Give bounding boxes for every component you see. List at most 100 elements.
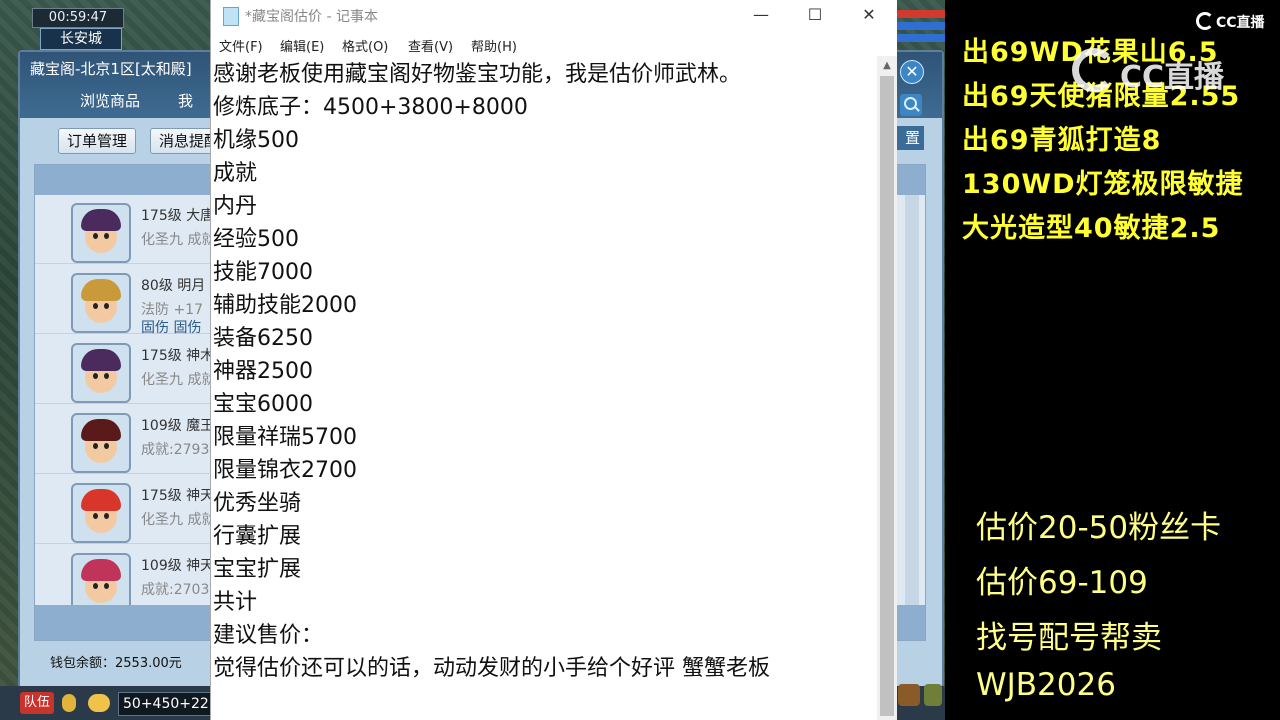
cc-live-logo: CC直播 (1196, 10, 1276, 32)
text-line: 辅助技能2000 (213, 293, 357, 318)
row-title: 175级 神天 (141, 488, 215, 504)
sale-item: 出69青狐打造8 (962, 125, 1162, 156)
text-line: 行囊扩展 (213, 524, 302, 549)
notepad-titlebar[interactable]: *藏宝阁估价 - 记事本 — ☐ ✕ (211, 0, 897, 32)
hp-bar (896, 10, 945, 18)
sp-bar (896, 34, 945, 42)
sale-item: 大光造型40敏捷2.5 (962, 213, 1221, 244)
row-detail: 化圣九 成就 (141, 232, 216, 248)
search-icon[interactable] (900, 94, 922, 116)
text-line: 宝宝6000 (213, 392, 313, 417)
text-line: 建议售价： (213, 623, 324, 648)
text-line: 技能7000 (213, 260, 313, 285)
service-note: 估价20-50粉丝卡 (976, 510, 1222, 546)
row-extra: 固伤 固伤 (141, 320, 202, 336)
notepad-scrollbar[interactable]: ▲ (877, 56, 897, 720)
text-line: 优秀坐骑 (213, 491, 302, 516)
avatar-eye (104, 373, 109, 379)
character-avatar (71, 203, 131, 263)
row-title: 175级 大唐 (141, 208, 215, 224)
text-line: 限量锦衣2700 (213, 458, 357, 483)
location-city: 长安城 (40, 28, 122, 50)
game-clock: 00:59:47 (32, 8, 124, 28)
character-avatar (71, 273, 131, 333)
avatar-eye (104, 583, 109, 589)
tab-mine[interactable]: 我 (178, 90, 198, 110)
menu-item[interactable]: 编辑(E) (280, 36, 324, 55)
notepad-menubar: 文件(F) 编辑(E) 格式(O) 查看(V) 帮助(H) (211, 32, 897, 56)
tab-browse-products[interactable]: 浏览商品 (80, 90, 140, 111)
notepad-icon (223, 7, 239, 26)
microphone-icon[interactable] (62, 694, 76, 712)
cc-watermark: CC直播 (1072, 44, 1252, 104)
service-note: 估价69-109 (976, 565, 1148, 601)
row-detail: 化圣九 成就 (141, 372, 216, 388)
list-scrollbar[interactable] (905, 195, 919, 605)
wallet-balance: 钱包余额：2553.00元 (50, 656, 182, 671)
notepad-title: *藏宝阁估价 - 记事本 (245, 9, 378, 25)
avatar-hair (81, 349, 121, 371)
character-avatar (71, 413, 131, 473)
character-avatar (71, 483, 131, 543)
avatar-eye (93, 373, 98, 379)
avatar-hair (81, 419, 121, 441)
avatar-eye (93, 233, 98, 239)
text-line: 共计 (213, 590, 258, 615)
text-line: 觉得估价还可以的话，动动发财的小手给个好评 蟹蟹老板 (213, 656, 770, 681)
text-line: 神器2500 (213, 359, 313, 384)
notepad-text-area[interactable]: 感谢老板使用藏宝阁好物鉴宝功能，我是估价师武林。 修炼底子：4500+3800+8… (213, 56, 877, 720)
cc-logo-icon (1196, 12, 1214, 30)
cc-logo-text: CC直播 (1216, 15, 1265, 31)
status-bars (896, 0, 945, 50)
character-avatar (71, 553, 131, 613)
text-line: 限量祥瑞5700 (213, 425, 357, 450)
service-note: WJB2026 (976, 667, 1116, 703)
team-button[interactable]: 队伍 (20, 692, 54, 714)
scroll-up-icon[interactable]: ▲ (877, 60, 897, 74)
row-title: 109级 神天 (141, 558, 215, 574)
text-line: 修炼底子：4500+3800+8000 (213, 95, 528, 120)
text-line: 经验500 (213, 227, 299, 252)
close-icon[interactable]: ✕ (900, 60, 924, 84)
row-detail: 化圣九 成就 (141, 512, 216, 528)
row-detail: 成就:2703 (141, 582, 210, 598)
text-line: 装备6250 (213, 326, 313, 351)
cc-watermark-text: CC直播 (1120, 60, 1225, 95)
chat-input[interactable]: 50+450+22 (118, 692, 216, 716)
text-line: 成就 (213, 161, 258, 186)
service-note: 找号配号帮卖 (976, 620, 1162, 656)
avatar-hair (81, 489, 121, 511)
chat-bubble-icon[interactable] (88, 694, 110, 712)
menu-item[interactable]: 帮助(H) (471, 36, 517, 55)
menu-item[interactable]: 查看(V) (408, 36, 453, 55)
row-detail: 法防 +17 (141, 302, 203, 318)
avatar-eye (93, 443, 98, 449)
orders-button[interactable]: 订单管理 (58, 128, 137, 154)
row-title: 80级 明月 (141, 278, 206, 294)
text-line: 机缘500 (213, 128, 299, 153)
avatar-hair (81, 559, 121, 581)
sale-item: 130WD灯笼极限敏捷 (962, 169, 1244, 200)
minimize-button[interactable]: — (735, 0, 787, 32)
menu-item[interactable]: 文件(F) (219, 36, 263, 55)
avatar-eye (104, 443, 109, 449)
character-avatar (71, 343, 131, 403)
bag-icon[interactable] (898, 684, 920, 706)
notepad-window: *藏宝阁估价 - 记事本 — ☐ ✕ 文件(F) 编辑(E) 格式(O) 查看(V) 帮… (210, 0, 897, 720)
scroll-thumb[interactable] (880, 76, 894, 716)
system-icon[interactable] (924, 684, 942, 706)
avatar-hair (81, 209, 121, 231)
menu-item[interactable]: 格式(O) (342, 36, 388, 55)
maximize-button[interactable]: ☐ (789, 0, 841, 32)
avatar-hair (81, 279, 121, 301)
text-line: 感谢老板使用藏宝阁好物鉴宝功能，我是估价师武林。 (213, 62, 742, 87)
cc-watermark-icon (1072, 48, 1116, 92)
panel-title: 藏宝阁-北京1区[太和殿] (30, 60, 192, 78)
avatar-eye (93, 583, 98, 589)
avatar-eye (104, 513, 109, 519)
close-button[interactable]: ✕ (843, 0, 895, 32)
row-detail: 成就:2793 (141, 442, 210, 458)
row-title: 109级 魔王 (141, 418, 215, 434)
avatar-eye (93, 513, 98, 519)
avatar-eye (104, 233, 109, 239)
